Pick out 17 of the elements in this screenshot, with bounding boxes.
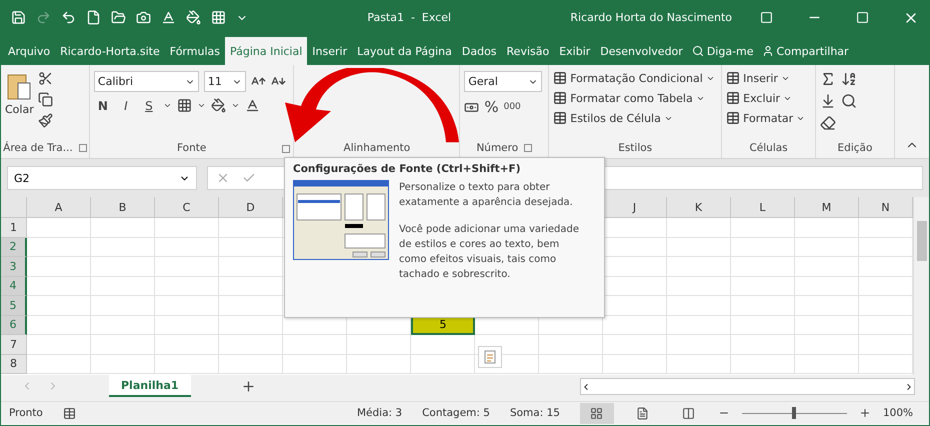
status-stat: Média: 3 xyxy=(357,407,402,419)
status-text: Pronto xyxy=(9,407,43,419)
zoom-level: 100% xyxy=(882,407,913,419)
status-stat: Contagem: 5 xyxy=(422,407,490,419)
group-label: Células xyxy=(749,142,788,154)
group-label: Número xyxy=(476,142,518,154)
group-label: Área de Tra... xyxy=(3,142,73,154)
group-label: Alinhamento xyxy=(344,142,410,154)
tooltip-text: Você pode adicionar uma variedade de estilos e cores ao texto, bem como efeitos visuais, tais como tachado e sobrescrito. xyxy=(399,223,579,282)
tooltip-text: Personalize o texto para obter exatamente a aparência desejada. xyxy=(399,181,574,210)
group-label: Estilos xyxy=(618,142,652,154)
tooltip-title: Configurações de Fonte (Ctrl+Shift+F) xyxy=(293,163,522,175)
group-label: Fonte xyxy=(176,142,206,154)
user-name: Ricardo Horta do Nascimento xyxy=(570,11,732,24)
window-title: Pasta1 - Excel xyxy=(367,11,452,24)
status-stat: Soma: 15 xyxy=(510,407,560,419)
group-label: Edição xyxy=(838,142,872,154)
